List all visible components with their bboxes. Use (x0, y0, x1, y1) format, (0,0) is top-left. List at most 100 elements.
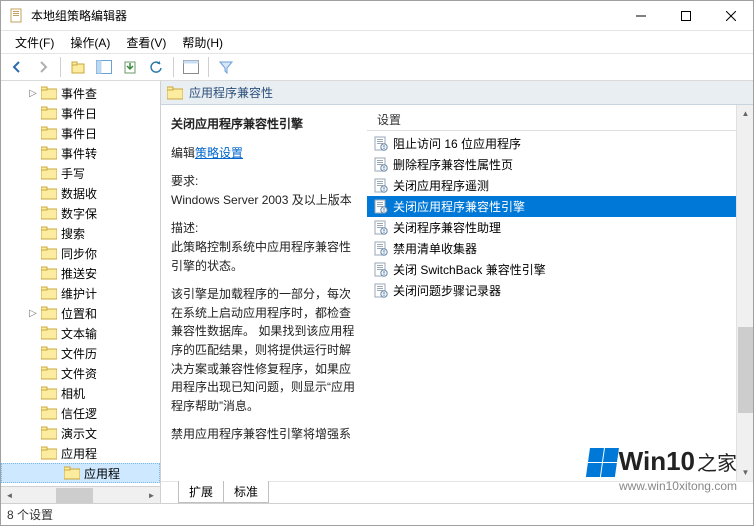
folder-icon (41, 406, 57, 420)
policy-icon (373, 157, 389, 173)
folder-icon (41, 266, 57, 280)
setting-item[interactable]: 关闭程序兼容性助理 (367, 217, 736, 238)
minimize-button[interactable] (618, 1, 663, 31)
folder-icon (41, 306, 57, 320)
back-button[interactable] (5, 55, 29, 79)
folder-icon (41, 226, 57, 240)
menu-view[interactable]: 查看(V) (118, 32, 174, 53)
setting-item[interactable]: 删除程序兼容性属性页 (367, 154, 736, 175)
tree-item[interactable]: 文件资 (1, 363, 160, 383)
maximize-button[interactable] (663, 1, 708, 31)
status-bar: 8 个设置 (1, 503, 753, 525)
tab-extended[interactable]: 扩展 (178, 481, 224, 503)
menu-help[interactable]: 帮助(H) (174, 32, 231, 53)
setting-item[interactable]: 阻止访问 16 位应用程序 (367, 133, 736, 154)
setting-label: 关闭程序兼容性助理 (393, 219, 501, 236)
setting-item[interactable]: 关闭应用程序兼容性引擎 (367, 196, 736, 217)
scroll-up-button[interactable]: ▲ (737, 105, 753, 122)
setting-label: 禁用清单收集器 (393, 240, 477, 257)
tree-item[interactable]: 数据收 (1, 183, 160, 203)
tree-item[interactable]: 事件日 (1, 103, 160, 123)
app-icon (9, 8, 25, 24)
tree-item[interactable]: ▷位置和 (1, 303, 160, 323)
tree-item[interactable]: 文本输 (1, 323, 160, 343)
vertical-scrollbar[interactable]: ▲ ▼ (736, 105, 753, 481)
tree-item[interactable]: 相机 (1, 383, 160, 403)
tree-item-label: 事件日 (61, 105, 97, 122)
tree-item[interactable]: 事件转 (1, 143, 160, 163)
policy-icon (373, 136, 389, 152)
tree-item[interactable]: ▷ 事件查 (1, 83, 160, 103)
setting-label: 阻止访问 16 位应用程序 (393, 135, 521, 152)
menu-file[interactable]: 文件(F) (7, 32, 62, 53)
tree-item[interactable]: 事件日 (1, 123, 160, 143)
folder-icon (41, 286, 57, 300)
edit-policy-link-row: 编辑策略设置 (171, 144, 357, 163)
close-button[interactable] (708, 1, 753, 31)
folder-icon (41, 106, 57, 120)
toolbar (1, 53, 753, 81)
policy-icon (373, 220, 389, 236)
folder-icon (41, 426, 57, 440)
policy-icon (373, 178, 389, 194)
tree-item[interactable]: 文件历 (1, 343, 160, 363)
up-button[interactable] (66, 55, 90, 79)
scroll-down-button[interactable]: ▼ (737, 464, 753, 481)
folder-icon (41, 446, 57, 460)
policy-icon (373, 199, 389, 215)
show-hide-tree-button[interactable] (92, 55, 116, 79)
tree-list[interactable]: ▷事件查事件日事件日事件转手写数据收数字保搜索同步你推送安维护计▷位置和文本输文… (1, 81, 160, 483)
tree-pane: ▷事件查事件日事件日事件转手写数据收数字保搜索同步你推送安维护计▷位置和文本输文… (1, 81, 161, 503)
forward-button[interactable] (31, 55, 55, 79)
scroll-left-button[interactable]: ◄ (1, 487, 18, 504)
filter-button[interactable] (214, 55, 238, 79)
tree-item[interactable]: 搜索 (1, 223, 160, 243)
scroll-right-button[interactable]: ► (143, 487, 160, 504)
description-p2: 该引擎是加载程序的一部分，每次在系统上启动应用程序时，都检查兼容性数据库。 如果… (171, 285, 357, 415)
expand-toggle-icon[interactable]: ▷ (27, 87, 39, 99)
tree-item[interactable]: 维护计 (1, 283, 160, 303)
tree-item[interactable]: 应用程 (1, 463, 160, 483)
tree-item-label: 事件查 (61, 85, 97, 102)
tree-item[interactable]: 演示文 (1, 423, 160, 443)
setting-label: 关闭应用程序遥测 (393, 177, 489, 194)
expand-toggle-icon[interactable]: ▷ (27, 307, 39, 319)
tree-item-label: 应用程 (84, 465, 120, 482)
title-bar: 本地组策略编辑器 (1, 1, 753, 31)
tree-item[interactable]: 推送安 (1, 263, 160, 283)
tab-standard[interactable]: 标准 (223, 481, 269, 503)
folder-icon (41, 326, 57, 340)
setting-item[interactable]: 关闭 SwitchBack 兼容性引擎 (367, 259, 736, 280)
export-button[interactable] (118, 55, 142, 79)
description-label: 描述: (171, 219, 357, 238)
tree-item-label: 数字保 (61, 205, 97, 222)
status-text: 8 个设置 (7, 506, 53, 523)
tree-item-label: 演示文 (61, 425, 97, 442)
edit-policy-link[interactable]: 策略设置 (195, 146, 243, 160)
setting-item[interactable]: 关闭应用程序遥测 (367, 175, 736, 196)
horizontal-scrollbar[interactable]: ◄ ► (1, 486, 160, 503)
folder-icon (41, 386, 57, 400)
setting-item[interactable]: 关闭问题步骤记录器 (367, 280, 736, 301)
tree-item[interactable]: 同步你 (1, 243, 160, 263)
settings-column-header[interactable]: 设置 (367, 111, 736, 131)
settings-list[interactable]: 阻止访问 16 位应用程序删除程序兼容性属性页关闭应用程序遥测关闭应用程序兼容性… (367, 133, 736, 301)
refresh-button[interactable] (144, 55, 168, 79)
tree-item-label: 文本输 (61, 325, 97, 342)
tree-item[interactable]: 信任逻 (1, 403, 160, 423)
description-p3: 禁用应用程序兼容性引擎将增强系 (171, 425, 357, 444)
menu-action[interactable]: 操作(A) (62, 32, 118, 53)
folder-icon (167, 86, 183, 100)
requirements-label: 要求: (171, 172, 357, 191)
folder-icon (41, 146, 57, 160)
description-p1: 此策略控制系统中应用程序兼容性引擎的状态。 (171, 238, 357, 275)
folder-icon (41, 206, 57, 220)
tree-item-label: 事件日 (61, 125, 97, 142)
properties-button[interactable] (179, 55, 203, 79)
tree-item[interactable]: 应用程 (1, 443, 160, 463)
tree-item-label: 文件资 (61, 365, 97, 382)
requirements-text: Windows Server 2003 及以上版本 (171, 191, 357, 210)
tree-item[interactable]: 手写 (1, 163, 160, 183)
setting-item[interactable]: 禁用清单收集器 (367, 238, 736, 259)
tree-item[interactable]: 数字保 (1, 203, 160, 223)
